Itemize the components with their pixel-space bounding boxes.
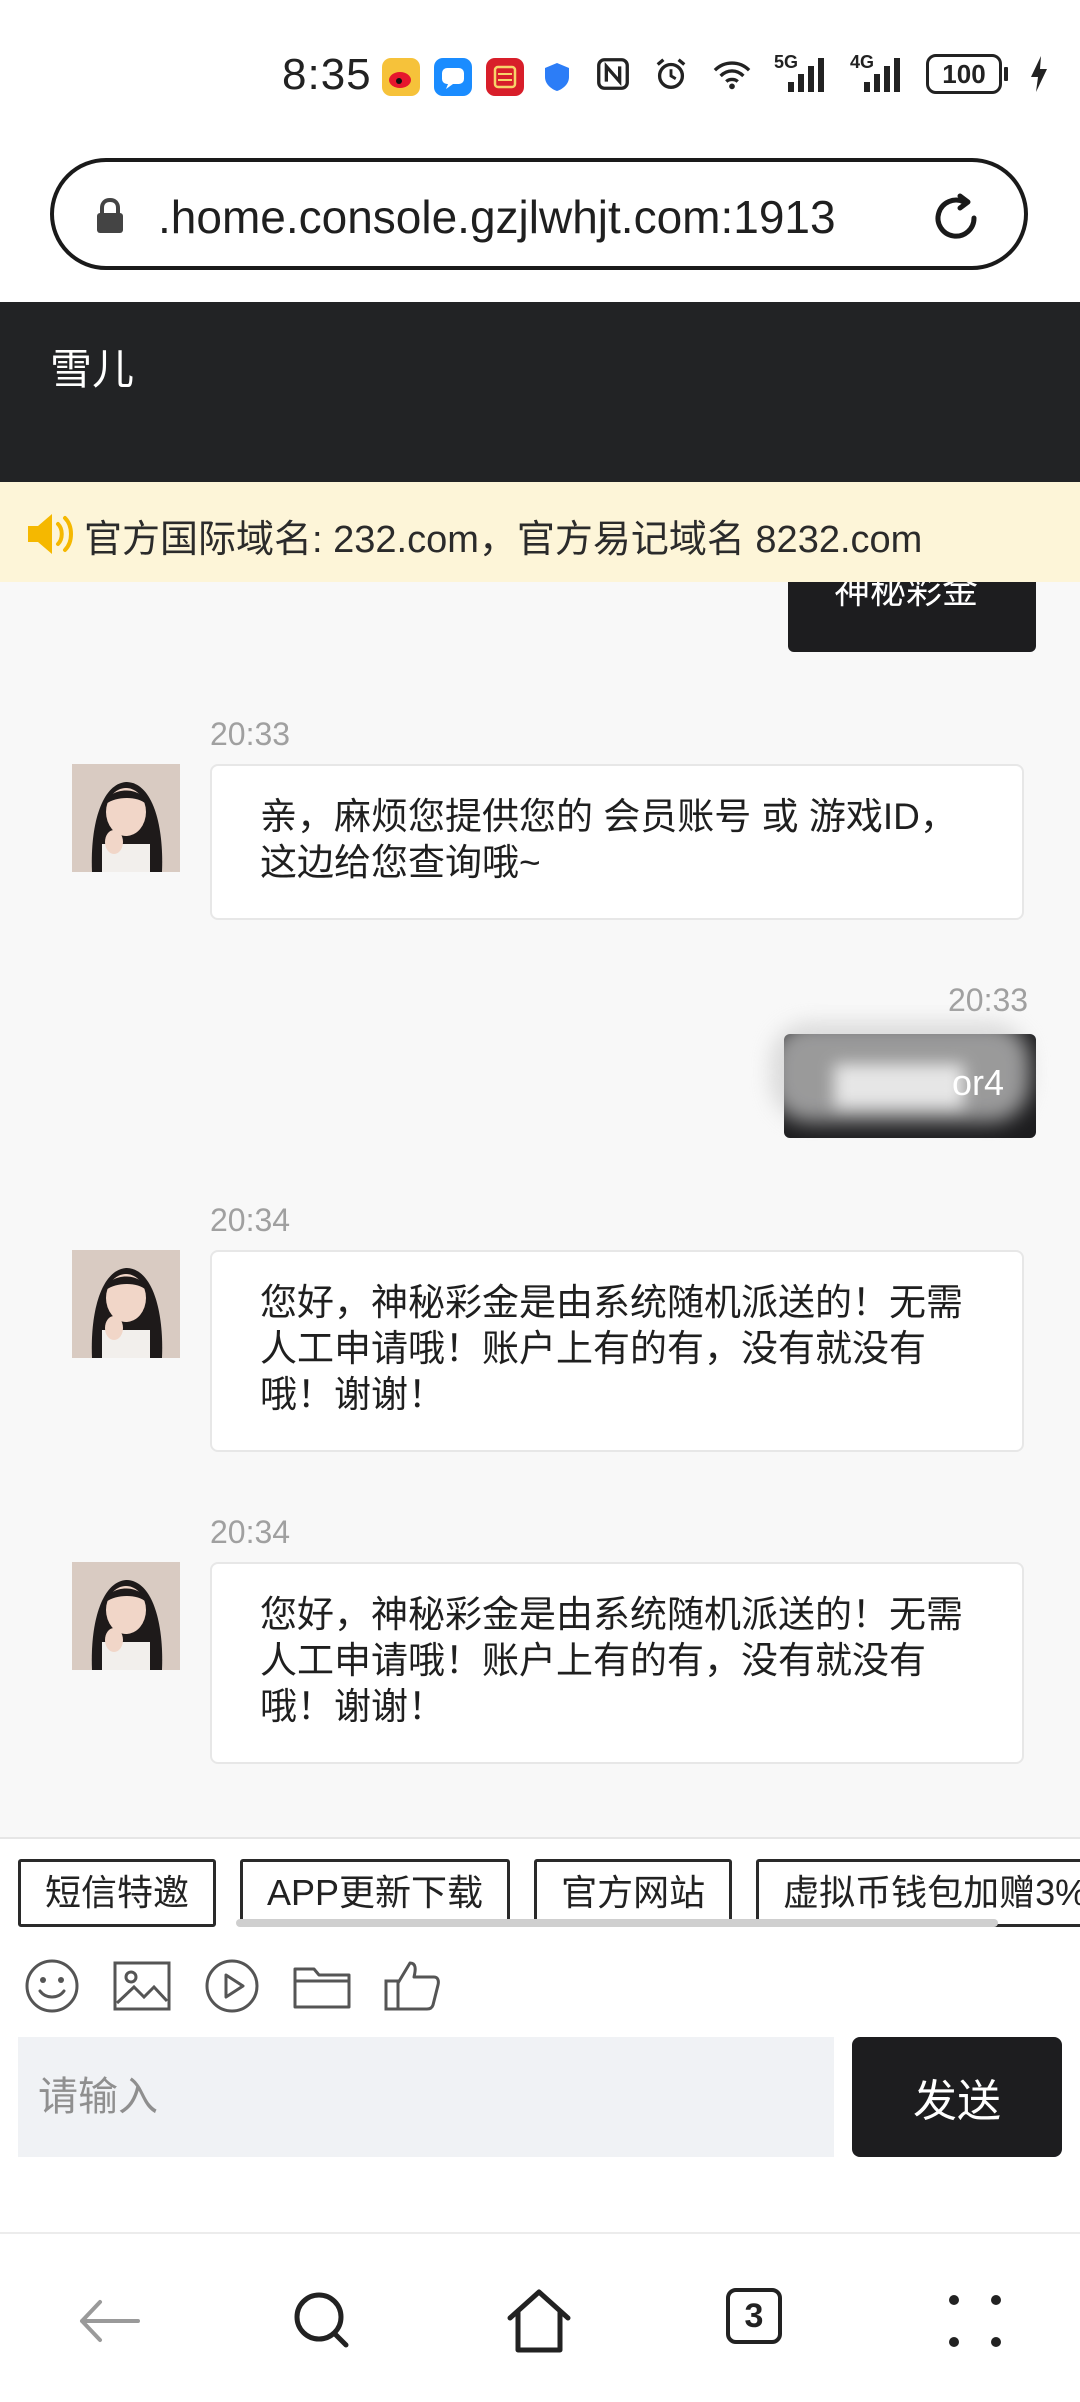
lock-icon <box>97 197 123 233</box>
outgoing-message: 神秘彩金 <box>788 582 1036 652</box>
quick-reply-official-site[interactable]: 官方网站 <box>534 1859 733 1927</box>
message-time: 20:33 <box>948 982 1029 1018</box>
message-text: 亲，麻烦您提供您的 会员账号 或 游戏ID，这边给您查询哦~ <box>260 796 957 883</box>
incoming-message: 亲，麻烦您提供您的 会员账号 或 游戏ID，这边给您查询哦~ <box>210 764 1024 920</box>
shield-icon <box>538 58 576 96</box>
outgoing-message: or4 <box>770 1022 1036 1138</box>
message-text: 您好，神秘彩金是由系统随机派送的！无需人工申请哦！账户上有的有，没有就没有哦！谢… <box>260 1282 963 1415</box>
battery-tip <box>1004 67 1008 81</box>
message-input-row: 发送 <box>0 2033 1080 2233</box>
battery-indicator: 100 <box>926 54 1008 94</box>
quick-reply-sms-invite[interactable]: 短信特邀 <box>18 1859 217 1927</box>
send-button[interactable]: 发送 <box>852 2037 1062 2157</box>
signal-5g-icon: 5G <box>774 52 830 94</box>
browser-nav-bar: 3 <box>0 2232 1080 2402</box>
back-icon[interactable] <box>72 2284 146 2358</box>
quick-reply-crypto-bonus[interactable]: 虚拟币钱包加赠3% <box>756 1859 1080 1927</box>
reload-icon[interactable] <box>926 188 986 248</box>
quick-reply-bar[interactable]: 短信特邀 APP更新下载 官方网站 虚拟币钱包加赠3% <box>0 1837 1080 1931</box>
search-icon[interactable] <box>286 2284 360 2358</box>
address-bar[interactable]: .home.console.gzjlwhjt.com:1913 <box>50 158 1028 270</box>
battery-level: 100 <box>926 54 1002 94</box>
message-text: or4 <box>952 1062 1005 1103</box>
charging-icon <box>1031 56 1047 92</box>
status-bar: 8:35 5G 4G 100 <box>0 0 1080 150</box>
incoming-message: 您好，神秘彩金是由系统随机派送的！无需人工申请哦！账户上有的有，没有就没有哦！谢… <box>210 1562 1024 1764</box>
page-title: 雪儿 <box>50 346 135 393</box>
news-app-icon <box>486 58 524 96</box>
status-time: 8:35 <box>282 50 372 99</box>
message-input[interactable] <box>18 2037 834 2157</box>
quick-reply-row: 短信特邀 APP更新下载 官方网站 虚拟币钱包加赠3% <box>18 1859 1080 1927</box>
wifi-icon <box>713 61 751 90</box>
chat-header: 雪儿 <box>0 302 1080 482</box>
agent-avatar <box>72 764 180 872</box>
chat-area[interactable]: 神秘彩金 20:33 亲，麻烦您提供您的 会员账号 或 游戏ID，这边给您查询哦… <box>0 582 1080 1837</box>
agent-avatar <box>72 1250 180 1358</box>
horizontal-scrollbar[interactable] <box>236 1919 998 1927</box>
quick-reply-app-download[interactable]: APP更新下载 <box>240 1859 511 1927</box>
alarm-icon <box>656 58 686 89</box>
message-time: 20:33 <box>210 716 291 752</box>
notice-text: 官方国际域名: 232.com，官方易记域名 8232.com <box>84 519 923 561</box>
messenger-icon <box>434 58 472 96</box>
thumbs-up-icon[interactable] <box>382 1957 442 2015</box>
video-icon[interactable] <box>202 1957 262 2015</box>
status-right: 5G 4G 100 <box>594 52 1050 94</box>
nfc-icon <box>597 58 629 90</box>
message-time: 20:34 <box>210 1514 291 1550</box>
notice-banner: 官方国际域名: 232.com，官方易记域名 8232.com <box>0 482 1080 582</box>
agent-avatar <box>72 1562 180 1670</box>
weibo-icon <box>382 58 420 96</box>
signal-4g-icon: 4G <box>850 52 906 94</box>
incoming-message: 您好，神秘彩金是由系统随机派送的！无需人工申请哦！账户上有的有，没有就没有哦！谢… <box>210 1250 1024 1452</box>
url-text[interactable]: .home.console.gzjlwhjt.com:1913 <box>158 190 938 244</box>
message-time: 20:34 <box>210 1202 291 1238</box>
chat-toolbar <box>0 1929 1080 2033</box>
message-text: 您好，神秘彩金是由系统随机派送的！无需人工申请哦！账户上有的有，没有就没有哦！谢… <box>260 1594 963 1727</box>
message-text: 神秘彩金 <box>834 582 979 611</box>
more-icon[interactable] <box>938 2284 1012 2358</box>
emoji-icon[interactable] <box>22 1957 82 2015</box>
image-icon[interactable] <box>112 1957 172 2015</box>
tabs-button[interactable]: 3 <box>726 2288 782 2344</box>
folder-icon[interactable] <box>292 1957 352 2015</box>
speaker-icon <box>28 514 73 554</box>
redaction-blur <box>834 1064 964 1108</box>
home-icon[interactable] <box>502 2284 576 2358</box>
